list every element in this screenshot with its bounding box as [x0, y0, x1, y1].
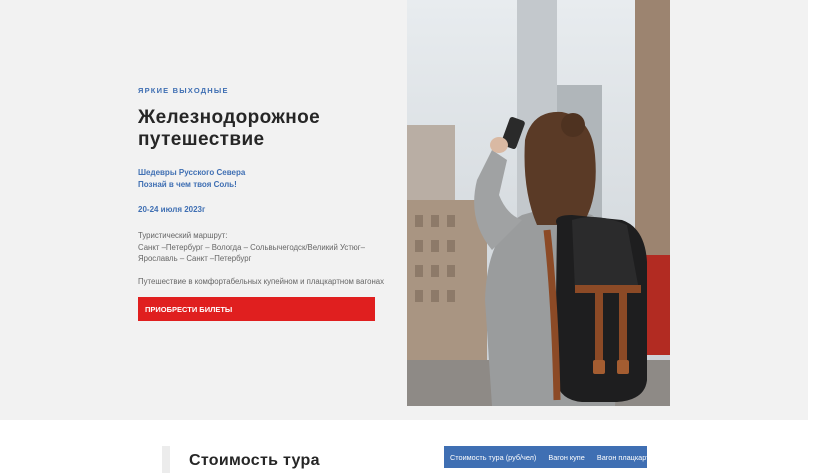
price-table-header: Стоимость тура (руб/чел) Вагон купе Ваго… — [444, 446, 649, 468]
hero-subtitle-line1: Шедевры Русского Севера — [138, 168, 246, 177]
hero-subtitle-line2: Познай в чем твоя Соль! — [138, 180, 237, 189]
hero-eyebrow: ЯРКИЕ ВЫХОДНЫЕ — [138, 86, 229, 95]
traveler-photo-illustration — [407, 0, 670, 406]
price-table-header-cell: Вагон плацкарт — [596, 452, 650, 462]
price-table-header-cell: Вагон купе — [548, 452, 585, 462]
pricing-section — [0, 420, 808, 473]
pricing-section-title: Стоимость тура — [189, 452, 320, 469]
hero-content: ЯРКИЕ ВЫХОДНЫЕ Железнодорожное путешеств… — [138, 86, 408, 286]
hero-photo — [407, 0, 670, 406]
route-label: Туристический маршрут: — [138, 231, 228, 240]
right-gutter — [808, 0, 840, 473]
hero-title-line1: Железнодорожное — [138, 107, 321, 128]
tour-note: Путешествие в комфортабельных купейном и… — [138, 276, 385, 286]
route-line1: Санкт –Петербург – Вологда – Сольвычегод… — [138, 242, 365, 252]
price-table-header-cell: Стоимость тура (руб/чел) — [450, 452, 537, 462]
tour-dates: 20-24 июля 2023г — [138, 205, 206, 214]
route-line2: Ярославль – Санкт –Петербург — [138, 254, 252, 263]
hero-subtitle: Шедевры Русского Севера Познай в чем тво… — [138, 167, 408, 191]
hero-title-line2: путешествие — [138, 129, 265, 150]
tour-route: Туристический маршрут: Санкт –Петербург … — [138, 230, 398, 265]
hero-title: Железнодорожное путешествие — [138, 107, 408, 151]
hero-section: ЯРКИЕ ВЫХОДНЫЕ Железнодорожное путешеств… — [0, 0, 808, 420]
section-accent-bar — [162, 446, 170, 473]
buy-tickets-button[interactable]: ПРИОБРЕСТИ БИЛЕТЫ — [138, 297, 375, 321]
